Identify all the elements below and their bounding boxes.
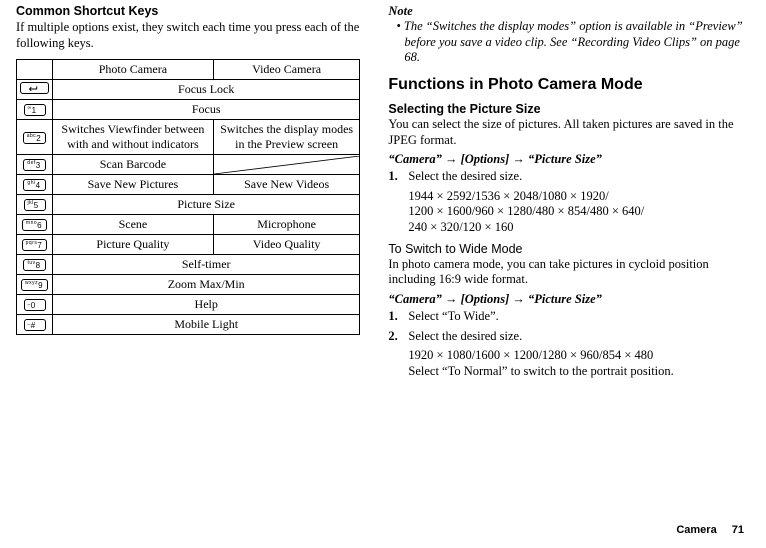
key-cell: abc2 (17, 120, 53, 155)
wide-sizes-list: 1920 × 1080/1600 × 1200/1280 × 960/854 ×… (408, 348, 750, 379)
key-6-icon: mno6 (22, 219, 47, 231)
shortcut-table: Photo Camera Video Camera Focus Lock ∞1 Fo… (16, 59, 360, 335)
table-header-photo: Photo Camera (53, 60, 214, 80)
step-text: Select the desired size. (408, 169, 522, 185)
merged-cell: Picture Size (53, 195, 360, 215)
key-5-icon: jkl5 (24, 199, 46, 211)
table-row: tuv8 Self-timer (17, 255, 360, 275)
step-number: 2. (388, 329, 402, 345)
video-cell: Video Quality (213, 235, 360, 255)
key-4-icon: ghi4 (23, 179, 45, 191)
merged-cell: Mobile Light (53, 315, 360, 335)
key-#-icon: _# (24, 319, 46, 331)
path-picture-size: “Camera” → [Options] → “Picture Size” (388, 152, 750, 167)
merged-cell: Focus (53, 100, 360, 120)
table-row: mno6 SceneMicrophone (17, 215, 360, 235)
h2-functions: Functions in Photo Camera Mode (388, 76, 750, 94)
video-cell: Switches the display modes in the Previe… (213, 120, 360, 155)
key-9-icon: wxyz9 (21, 279, 48, 291)
key-cell: mno6 (17, 215, 53, 235)
table-row: abc2 Switches Viewfinder between with and… (17, 120, 360, 155)
note-body: • The “Switches the display modes” optio… (388, 19, 750, 66)
key-1-icon: ∞1 (24, 104, 46, 116)
key-cell: tuv8 (17, 255, 53, 275)
sizes-list: 1944 × 2592/1536 × 2048/1080 × 1920/ 120… (408, 189, 750, 236)
video-cell: Microphone (213, 215, 360, 235)
table-header-video: Video Camera (213, 60, 360, 80)
merged-cell: Self-timer (53, 255, 360, 275)
merged-cell: Zoom Max/Min (53, 275, 360, 295)
table-row: _# Mobile Light (17, 315, 360, 335)
picture-size-body: You can select the size of pictures. All… (388, 117, 750, 148)
photo-cell: Save New Pictures (53, 175, 214, 195)
return-key-icon (20, 82, 49, 94)
h4-wide-mode: To Switch to Wide Mode (388, 242, 750, 256)
h3-picture-size: Selecting the Picture Size (388, 102, 750, 116)
merged-cell: Help (53, 295, 360, 315)
key-cell: _# (17, 315, 53, 335)
step-number: 1. (388, 169, 402, 185)
table-row: def3 Scan Barcode (17, 155, 360, 175)
key-cell: wxyz9 (17, 275, 53, 295)
intro-text: If multiple options exist, they switch e… (16, 20, 360, 51)
video-cell (213, 155, 360, 175)
step-row: 2. Select the desired size. (388, 329, 750, 345)
note-heading: Note (388, 4, 750, 19)
key-cell: ∞1 (17, 100, 53, 120)
key-8-icon: tuv8 (23, 259, 45, 271)
table-row: wxyz9 Zoom Max/Min (17, 275, 360, 295)
table-row: _0 Help (17, 295, 360, 315)
merged-cell: Focus Lock (53, 80, 360, 100)
table-row: pqrs7 Picture QualityVideo Quality (17, 235, 360, 255)
key-cell: _0 (17, 295, 53, 315)
key-3-icon: def3 (23, 159, 45, 171)
step-row: 1. Select “To Wide”. (388, 309, 750, 325)
key-2-icon: abc2 (23, 132, 47, 144)
step-text: Select “To Wide”. (408, 309, 498, 325)
photo-cell: Picture Quality (53, 235, 214, 255)
table-row: jkl5 Picture Size (17, 195, 360, 215)
footer-page-number: 71 (732, 524, 744, 536)
step-number: 1. (388, 309, 402, 325)
table-row: Focus Lock (17, 80, 360, 100)
key-cell: ghi4 (17, 175, 53, 195)
video-cell: Save New Videos (213, 175, 360, 195)
heading-shortcut-keys: Common Shortcut Keys (16, 4, 360, 18)
photo-cell: Scan Barcode (53, 155, 214, 175)
step-row: 1. Select the desired size. (388, 169, 750, 185)
step-text: Select the desired size. (408, 329, 522, 345)
path-wide-mode: “Camera” → [Options] → “Picture Size” (388, 292, 750, 307)
table-row: ∞1 Focus (17, 100, 360, 120)
key-cell: jkl5 (17, 195, 53, 215)
page-footer: Camera 71 (676, 524, 744, 536)
key-cell: pqrs7 (17, 235, 53, 255)
key-cell (17, 80, 53, 100)
table-row: ghi4 Save New PicturesSave New Videos (17, 175, 360, 195)
table-header-blank (17, 60, 53, 80)
key-7-icon: pqrs7 (22, 239, 48, 251)
photo-cell: Switches Viewfinder between with and wit… (53, 120, 214, 155)
key-0-icon: _0 (24, 299, 46, 311)
photo-cell: Scene (53, 215, 214, 235)
key-cell: def3 (17, 155, 53, 175)
footer-section: Camera (676, 524, 716, 536)
wide-mode-body: In photo camera mode, you can take pictu… (388, 257, 750, 288)
